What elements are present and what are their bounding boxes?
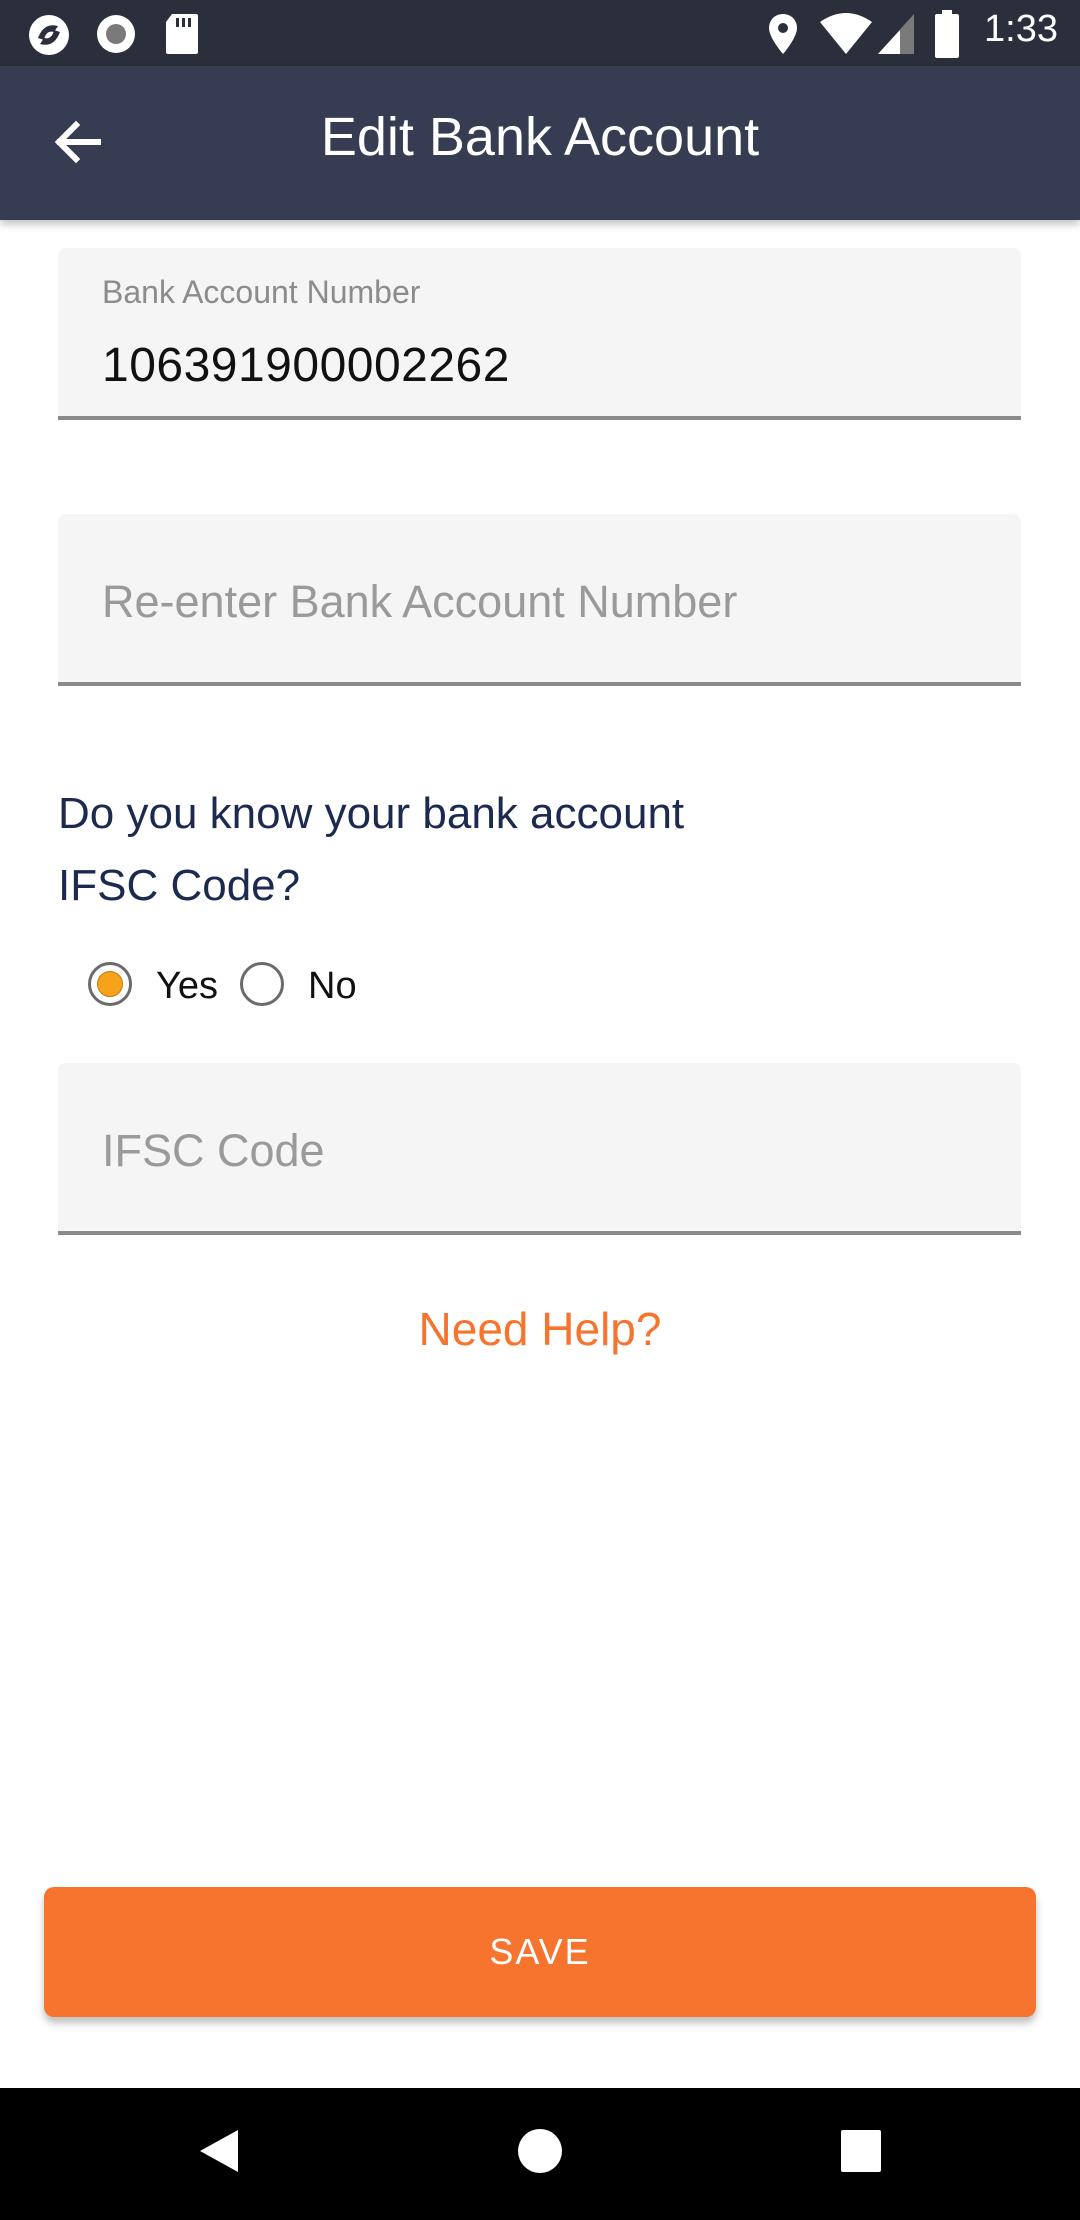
wifi-icon bbox=[820, 13, 872, 54]
signal-icon bbox=[878, 14, 914, 54]
radio-no-label[interactable]: No bbox=[308, 962, 357, 1010]
radio-no[interactable] bbox=[240, 962, 284, 1006]
battery-icon bbox=[935, 10, 959, 58]
recents-square-icon[interactable] bbox=[838, 2126, 884, 2176]
bank-account-number-label: Bank Account Number bbox=[102, 274, 421, 310]
status-bar: 1:33 bbox=[0, 0, 1080, 66]
system-nav-bar bbox=[0, 2088, 1080, 2220]
ifsc-question-line2: IFSC Code? bbox=[58, 861, 301, 910]
ifsc-question: Do you know your bank account IFSC Code? bbox=[58, 778, 858, 922]
app-icon bbox=[29, 15, 69, 55]
home-circle-icon[interactable] bbox=[516, 2126, 564, 2176]
ifsc-code-placeholder: IFSC Code bbox=[102, 1125, 325, 1176]
sd-card-icon bbox=[166, 14, 198, 54]
radio-yes-label[interactable]: Yes bbox=[156, 962, 218, 1010]
location-icon bbox=[769, 14, 797, 54]
back-triangle-icon[interactable] bbox=[196, 2126, 242, 2176]
reenter-account-number-placeholder: Re-enter Bank Account Number bbox=[102, 576, 738, 627]
ifsc-code-field[interactable]: IFSC Code bbox=[58, 1063, 1021, 1235]
need-help-link[interactable]: Need Help? bbox=[0, 1302, 1080, 1356]
bank-account-number-value[interactable]: 106391900002262 bbox=[102, 338, 510, 393]
reenter-account-number-field[interactable]: Re-enter Bank Account Number bbox=[58, 514, 1021, 686]
page-title: Edit Bank Account bbox=[320, 107, 760, 167]
app-bar: Edit Bank Account bbox=[0, 66, 1080, 220]
save-button[interactable]: SAVE bbox=[44, 1887, 1036, 2017]
status-time: 1:33 bbox=[984, 8, 1058, 50]
radio-yes[interactable] bbox=[88, 962, 132, 1006]
bank-account-number-field[interactable]: Bank Account Number 106391900002262 bbox=[58, 248, 1021, 420]
ifsc-question-line1: Do you know your bank account bbox=[58, 789, 685, 838]
record-icon bbox=[97, 15, 135, 53]
